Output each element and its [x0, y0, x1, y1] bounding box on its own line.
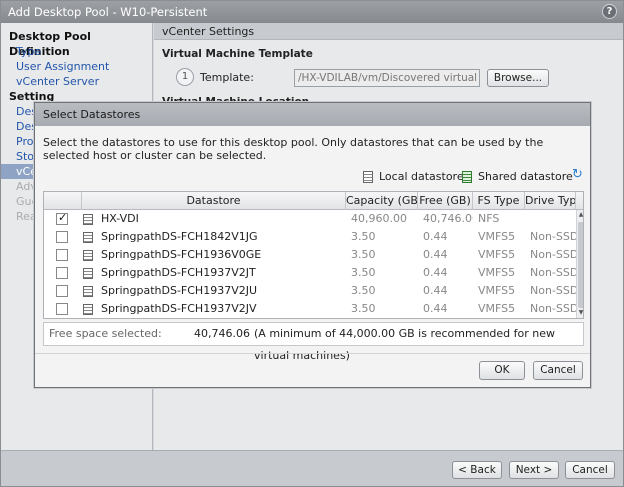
scrollbar-thumb[interactable]: [578, 222, 583, 308]
shared-datastore-icon: [462, 171, 472, 183]
tab-vcenter-settings: vCenter Settings: [154, 23, 623, 40]
free-space-value: 40,746.06: [194, 327, 250, 340]
refresh-icon[interactable]: ↻: [572, 168, 584, 181]
wizard-footer: < Back Next > Cancel: [1, 450, 623, 486]
dialog-separator: [35, 353, 590, 354]
cell-free: 0.44: [423, 230, 448, 243]
nav-item-type[interactable]: Type: [1, 44, 152, 59]
dialog-description: Select the datastores to use for this de…: [43, 136, 544, 162]
table-row[interactable]: SpringpathDS-FCH1937V2JU 3.50 0.44 VMFS5…: [44, 282, 576, 300]
row-checkbox[interactable]: [56, 285, 68, 297]
table-header: Datastore Capacity (GB) Free (GB) FS Typ…: [44, 192, 583, 210]
cell-drive-type: Non-SSD: [530, 302, 576, 315]
cell-free: 0.44: [423, 266, 448, 279]
cell-fs-type: VMFS5: [478, 248, 516, 261]
table-row[interactable]: SpringpathDS-FCH1936V0GE 3.50 0.44 VMFS5…: [44, 246, 576, 264]
cell-free: 0.44: [423, 302, 448, 315]
legend-local: Local datastore: [363, 169, 464, 185]
template-field[interactable]: /HX-VDILAB/vm/Discovered virtual mac: [294, 69, 480, 87]
cell-fs-type: VMFS5: [478, 302, 516, 315]
cell-datastore: SpringpathDS-FCH1937V2JU: [101, 284, 258, 297]
dialog-cancel-button[interactable]: Cancel: [533, 361, 583, 380]
cell-datastore: SpringpathDS-FCH1937V2JT: [101, 266, 256, 279]
cell-datastore: SpringpathDS-FCH1937V2JV: [101, 302, 257, 315]
legend-shared: Shared datastore: [462, 169, 573, 185]
cell-drive-type: Non-SSD: [530, 230, 576, 243]
table-scrollbar[interactable]: ▲ ▼: [576, 210, 583, 318]
browse-button[interactable]: Browse...: [487, 69, 549, 87]
row-checkbox[interactable]: [56, 303, 68, 315]
nav-item-vcenter-server[interactable]: vCenter Server: [1, 74, 152, 89]
header-capacity[interactable]: Capacity (GB): [346, 192, 418, 210]
cell-drive-type: Non-SSD: [530, 266, 576, 279]
next-button[interactable]: Next >: [509, 461, 559, 479]
cell-datastore: HX-VDI: [101, 212, 139, 225]
header-datastore[interactable]: Datastore: [82, 192, 346, 210]
table-row[interactable]: SpringpathDS-FCH1937V2JT 3.50 0.44 VMFS5…: [44, 264, 576, 282]
free-space-bar: Free space selected: 40,746.06 (A minimu…: [43, 322, 584, 362]
cell-drive-type: Non-SSD: [530, 248, 576, 261]
row-checkbox[interactable]: [56, 211, 68, 225]
cell-fs-type: VMFS5: [478, 230, 516, 243]
datastore-icon: [83, 232, 93, 243]
cell-capacity: 40,960.00: [351, 212, 407, 225]
cell-fs-type: NFS: [478, 212, 500, 225]
local-datastore-icon: [363, 171, 373, 183]
cell-free: 40,746.06: [423, 212, 473, 225]
header-fs-type[interactable]: FS Type: [473, 192, 525, 210]
nav-section-definition: Desktop Pool Definition: [9, 30, 91, 58]
help-icon[interactable]: ?: [602, 4, 617, 19]
window-titlebar: Add Desktop Pool - W10-Persistent ?: [1, 1, 623, 23]
datastore-table: Datastore Capacity (GB) Free (GB) FS Typ…: [43, 191, 584, 319]
table-row[interactable]: SpringpathDS-FCH1937V2JV 3.50 0.44 VMFS5…: [44, 300, 576, 318]
cancel-button[interactable]: Cancel: [565, 461, 615, 479]
cell-capacity: 3.50: [351, 284, 376, 297]
table-row[interactable]: HX-VDI 40,960.00 40,746.06 NFS: [44, 210, 576, 228]
cell-drive-type: Non-SSD: [530, 284, 576, 297]
add-desktop-pool-window: Add Desktop Pool - W10-Persistent ? Desk…: [0, 0, 624, 487]
cell-free: 0.44: [423, 248, 448, 261]
datastore-icon: [83, 304, 93, 315]
cell-datastore: SpringpathDS-FCH1936V0GE: [101, 248, 262, 261]
datastore-icon: [83, 214, 93, 225]
cell-capacity: 3.50: [351, 266, 376, 279]
legend-local-label: Local datastore: [379, 170, 464, 183]
cell-capacity: 3.50: [351, 302, 376, 315]
vm-template-heading: Virtual Machine Template: [162, 48, 313, 60]
nav-item-user-assignment[interactable]: User Assignment: [1, 59, 152, 74]
scroll-up-icon[interactable]: ▲: [577, 211, 583, 219]
datastore-icon: [83, 268, 93, 279]
header-free[interactable]: Free (GB): [418, 192, 473, 210]
cell-fs-type: VMFS5: [478, 266, 516, 279]
free-space-label: Free space selected:: [49, 327, 162, 340]
cell-capacity: 3.50: [351, 230, 376, 243]
cell-drive-type: [525, 210, 576, 228]
table-row[interactable]: SpringpathDS-FCH1842V1JG 3.50 0.44 VMFS5…: [44, 228, 576, 246]
legend-shared-label: Shared datastore: [478, 170, 573, 183]
row-checkbox[interactable]: [56, 267, 68, 279]
cell-fs-type: VMFS5: [478, 284, 516, 297]
window-title: Add Desktop Pool - W10-Persistent: [8, 5, 208, 19]
datastore-icon: [83, 286, 93, 297]
row-checkbox[interactable]: [56, 249, 68, 261]
scroll-down-icon[interactable]: ▼: [577, 309, 583, 317]
cell-datastore: SpringpathDS-FCH1842V1JG: [101, 230, 258, 243]
step-number: 1: [176, 68, 194, 86]
cell-capacity: 3.50: [351, 248, 376, 261]
row-checkbox[interactable]: [56, 231, 68, 243]
header-drive-type[interactable]: Drive Type: [525, 192, 576, 210]
select-datastores-dialog: Select Datastores Select the datastores …: [34, 102, 591, 388]
header-select: [44, 192, 82, 210]
template-label: Template:: [200, 71, 254, 84]
datastore-icon: [83, 250, 93, 261]
back-button[interactable]: < Back: [452, 461, 502, 479]
dialog-title: Select Datastores: [35, 103, 590, 126]
cell-free: 0.44: [423, 284, 448, 297]
ok-button[interactable]: OK: [479, 361, 525, 380]
